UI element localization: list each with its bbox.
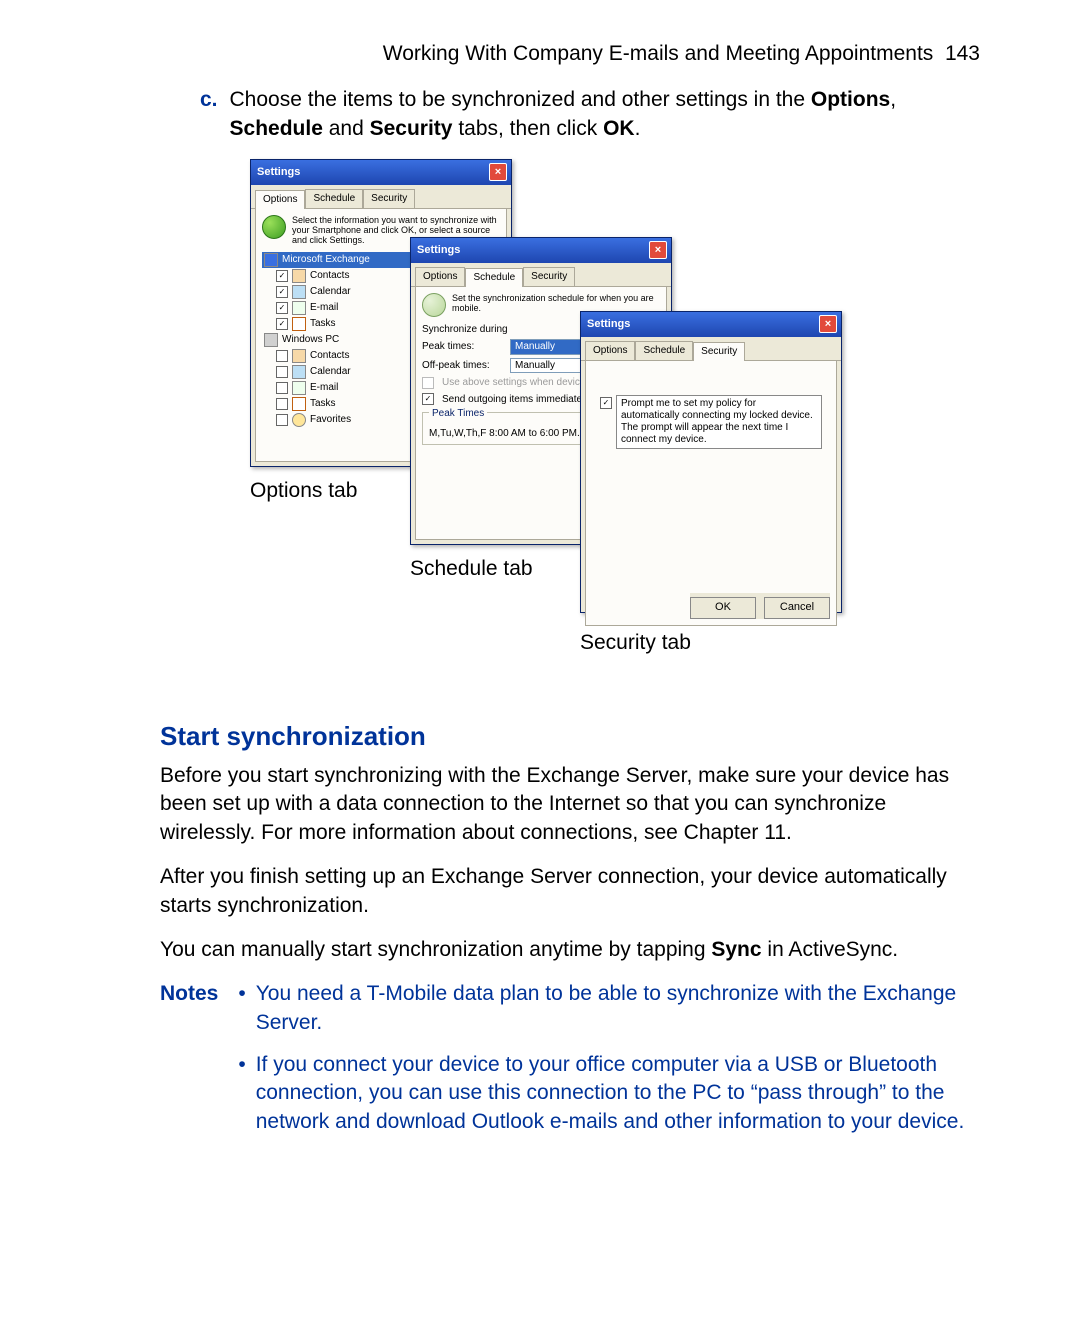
checkbox[interactable] xyxy=(276,318,288,330)
contacts-icon xyxy=(292,269,306,283)
ok-button[interactable]: OK xyxy=(690,597,756,619)
checkbox[interactable] xyxy=(600,397,612,409)
checkbox[interactable] xyxy=(276,302,288,314)
bullet-icon: • xyxy=(238,1051,245,1136)
section-heading: Start synchronization xyxy=(160,719,980,754)
notes-list: •You need a T-Mobile data plan to be abl… xyxy=(238,980,980,1150)
security-pane: Prompt me to set my policy for automatic… xyxy=(585,361,837,626)
para-2: After you finish setting up an Exchange … xyxy=(160,863,980,920)
peak-dropdown[interactable]: Manually xyxy=(510,339,590,355)
tabs: Options Schedule Security xyxy=(411,263,671,287)
peak-label: Peak times: xyxy=(422,340,502,354)
favorites-icon xyxy=(292,413,306,427)
close-icon[interactable]: × xyxy=(819,315,837,333)
offpeak-dropdown[interactable]: Manually xyxy=(510,358,590,374)
dialog-title: Settings xyxy=(257,165,300,180)
checkbox[interactable] xyxy=(276,366,288,378)
bullet-icon: • xyxy=(238,980,245,1037)
security-prompt-text: Prompt me to set my policy for automatic… xyxy=(616,395,822,449)
close-icon[interactable]: × xyxy=(489,163,507,181)
tab-security[interactable]: Security xyxy=(693,342,745,361)
tab-schedule[interactable]: Schedule xyxy=(305,189,363,208)
tab-security[interactable]: Security xyxy=(363,189,415,208)
close-icon[interactable]: × xyxy=(649,241,667,259)
notes-label: Notes xyxy=(160,980,218,1150)
mail-icon xyxy=(292,381,306,395)
note-text: If you connect your device to your offic… xyxy=(256,1051,980,1136)
step-letter: c. xyxy=(160,86,218,143)
page-number: 143 xyxy=(945,42,980,65)
checkbox[interactable] xyxy=(276,398,288,410)
titlebar: Settings × xyxy=(581,312,841,337)
dialog-buttons: OK Cancel xyxy=(690,593,830,619)
peak-times-legend: Peak Times xyxy=(429,407,487,421)
options-caption: Options tab xyxy=(250,477,357,505)
header-title: Working With Company E-mails and Meeting… xyxy=(383,42,934,65)
calendar-icon xyxy=(292,285,306,299)
titlebar: Settings × xyxy=(411,238,671,263)
tasks-icon xyxy=(292,317,306,331)
send-outgoing-label: Send outgoing items immediately xyxy=(442,393,589,407)
screenshots-area: Settings × Options Schedule Security Sel… xyxy=(250,159,980,679)
tabs: Options Schedule Security xyxy=(581,337,841,361)
tab-options[interactable]: Options xyxy=(585,341,635,360)
tab-schedule[interactable]: Schedule xyxy=(635,341,693,360)
security-dialog: Settings × Options Schedule Security Pro… xyxy=(580,311,842,613)
checkbox[interactable] xyxy=(276,382,288,394)
schedule-caption: Schedule tab xyxy=(410,555,533,583)
tab-security[interactable]: Security xyxy=(523,267,575,286)
checkbox[interactable] xyxy=(276,270,288,282)
checkbox[interactable] xyxy=(276,350,288,362)
checkbox[interactable] xyxy=(422,393,434,405)
step-text: Choose the items to be synchronized and … xyxy=(230,86,980,143)
dialog-title: Settings xyxy=(417,243,460,258)
note-item: •You need a T-Mobile data plan to be abl… xyxy=(238,980,980,1037)
offpeak-label: Off-peak times: xyxy=(422,359,502,373)
checkbox[interactable] xyxy=(276,286,288,298)
tab-options[interactable]: Options xyxy=(255,190,305,209)
para-3: You can manually start synchronization a… xyxy=(160,936,980,964)
clock-icon xyxy=(422,293,446,317)
tasks-icon xyxy=(292,397,306,411)
tab-options[interactable]: Options xyxy=(415,267,465,286)
checkbox xyxy=(422,377,434,389)
page-header: Working With Company E-mails and Meeting… xyxy=(160,40,980,68)
calendar-icon xyxy=(292,365,306,379)
para-1: Before you start synchronizing with the … xyxy=(160,762,980,847)
tab-schedule[interactable]: Schedule xyxy=(465,268,523,287)
security-caption: Security tab xyxy=(580,629,691,657)
checkbox[interactable] xyxy=(276,414,288,426)
sync-icon xyxy=(262,215,286,239)
note-item: •If you connect your device to your offi… xyxy=(238,1051,980,1136)
dialog-title: Settings xyxy=(587,317,630,332)
contacts-icon xyxy=(292,349,306,363)
exchange-icon xyxy=(264,253,278,267)
titlebar: Settings × xyxy=(251,160,511,185)
step-c: c. Choose the items to be synchronized a… xyxy=(160,86,980,143)
cancel-button[interactable]: Cancel xyxy=(764,597,830,619)
note-text: You need a T-Mobile data plan to be able… xyxy=(256,980,980,1037)
pc-icon xyxy=(264,333,278,347)
tabs: Options Schedule Security xyxy=(251,185,511,209)
mail-icon xyxy=(292,301,306,315)
notes-block: Notes •You need a T-Mobile data plan to … xyxy=(160,980,980,1150)
